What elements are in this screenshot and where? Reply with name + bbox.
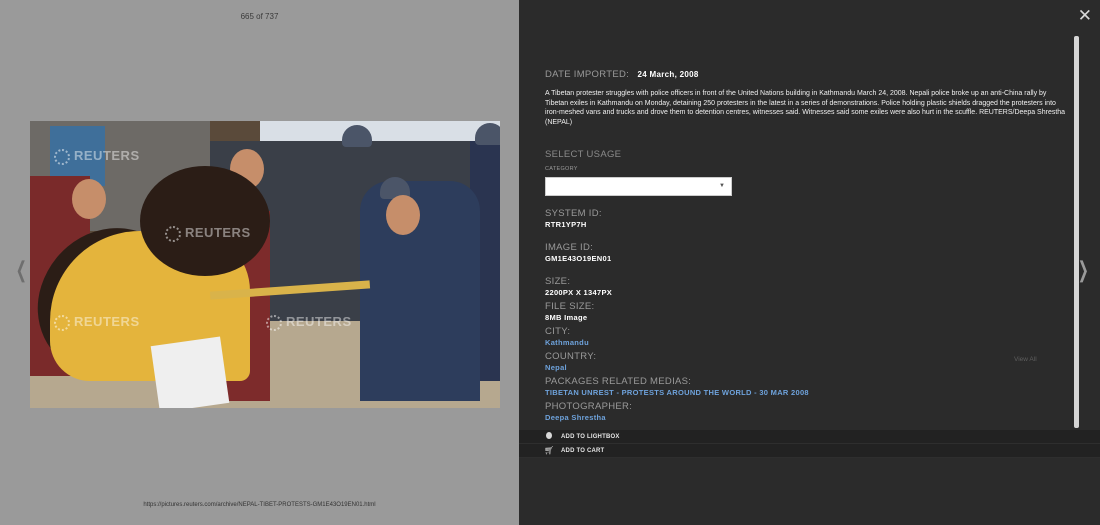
add-to-lightbox-label: ADD TO LIGHTBOX — [561, 433, 620, 440]
photographer-field: PHOTOGRAPHER: Deepa Shrestha — [545, 401, 1075, 422]
view-all-link[interactable]: View All — [1014, 356, 1037, 363]
date-imported-value: 24 March, 2008 — [637, 70, 699, 79]
chevron-down-icon: ▼ — [719, 183, 725, 189]
system-id-label: SYSTEM ID: — [545, 208, 602, 219]
date-imported-label: DATE IMPORTED: — [545, 69, 630, 80]
photo-hair — [140, 166, 270, 276]
cart-icon: 🛒︎ — [544, 445, 555, 455]
watermark: REUTERS — [54, 148, 140, 165]
image-caption: A Tibetan protester struggles with polic… — [545, 90, 1066, 126]
city-label: CITY: — [545, 326, 571, 337]
photographer-link[interactable]: Deepa Shrestha — [545, 413, 1075, 422]
add-to-cart-button[interactable]: 🛒︎ ADD TO CART — [519, 444, 1100, 458]
photographer-label: PHOTOGRAPHER: — [545, 401, 633, 412]
close-icon[interactable]: ✕ — [1078, 6, 1092, 26]
image-id-value: GM1E43O19EN01 — [545, 254, 612, 263]
photo-helmet — [475, 123, 500, 145]
file-size-label: FILE SIZE: — [545, 301, 595, 312]
photo-helmet — [342, 125, 372, 147]
image-id-label: IMAGE ID: — [545, 242, 594, 253]
category-label: CATEGORY — [545, 166, 578, 172]
image-id-field: IMAGE ID: GM1E43O19EN01 — [545, 242, 1075, 263]
country-label: COUNTRY: — [545, 351, 597, 362]
add-to-cart-label: ADD TO CART — [561, 447, 605, 454]
city-link[interactable]: Kathmandu — [545, 338, 1075, 347]
watermark: REUTERS — [266, 314, 352, 331]
photo-face — [72, 179, 106, 219]
city-field: CITY: Kathmandu — [545, 326, 1075, 347]
date-imported: DATE IMPORTED: 24 March, 2008 — [545, 64, 1075, 82]
packages-label: PACKAGES RELATED MEDIAS: — [545, 376, 692, 387]
file-size-field: FILE SIZE: 8MB Image — [545, 301, 1075, 322]
country-field: COUNTRY: Nepal — [545, 351, 1075, 372]
image-details: DATE IMPORTED: 24 March, 2008 A Tibetan … — [545, 64, 1075, 422]
packages-field: PACKAGES RELATED MEDIAS: TIBETAN UNREST … — [545, 376, 1075, 397]
package-link[interactable]: TIBETAN UNREST - PROTESTS AROUND THE WOR… — [545, 388, 1075, 397]
file-size-value: 8MB Image — [545, 313, 588, 322]
select-usage-heading: SELECT USAGE — [545, 149, 622, 160]
image-viewer: 665 of 737 ❮ REUTERS REUTERS REUTERS REU… — [0, 0, 519, 525]
add-to-lightbox-button[interactable]: ADD TO LIGHTBOX — [519, 430, 1100, 444]
photo-paper — [150, 336, 230, 408]
lightbulb-icon — [544, 431, 554, 442]
watermark: REUTERS — [54, 314, 140, 331]
action-list: ADD TO LIGHTBOX 🛒︎ ADD TO CART — [519, 430, 1100, 458]
country-link[interactable]: Nepal — [545, 363, 1075, 372]
photo-police-officer — [360, 181, 480, 401]
watermark: REUTERS — [165, 225, 251, 242]
size-value: 2200PX X 1347PX — [545, 288, 613, 297]
photo-face — [386, 195, 420, 235]
image-counter: 665 of 737 — [240, 12, 279, 21]
system-id-value: RTR1YP7H — [545, 220, 587, 229]
category-select[interactable]: ▼ — [545, 177, 732, 196]
size-field: SIZE: 2200PX X 1347PX — [545, 276, 1075, 297]
news-photo[interactable]: REUTERS REUTERS REUTERS REUTERS — [30, 121, 500, 408]
size-label: SIZE: — [545, 276, 571, 287]
chevron-left-icon[interactable]: ❮ — [16, 258, 27, 283]
image-url: https://pictures.reuters.com/archive/NEP… — [143, 502, 376, 508]
details-panel: ✕ ❯ DATE IMPORTED: 24 March, 2008 A Tibe… — [519, 0, 1100, 525]
system-id-field: SYSTEM ID: RTR1YP7H — [545, 208, 1075, 229]
